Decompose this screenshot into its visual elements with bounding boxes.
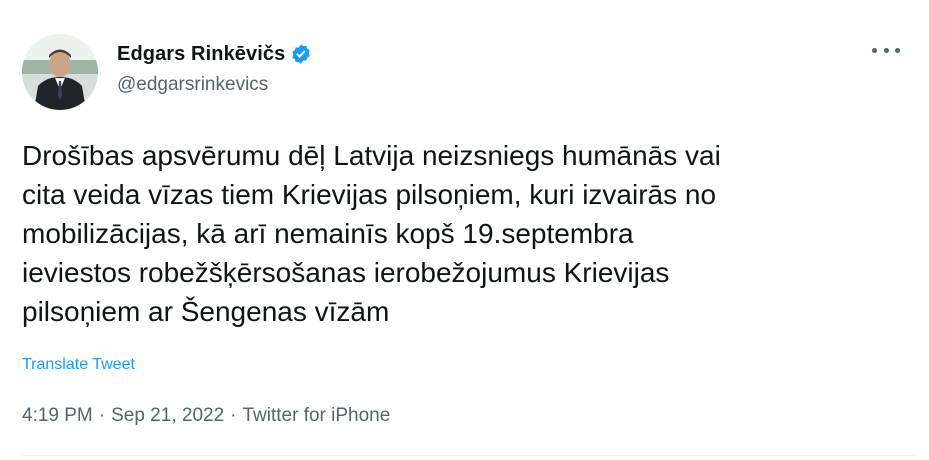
author-handle[interactable]: @edgarsrinkevics <box>117 74 268 96</box>
more-dot <box>872 47 877 53</box>
more-dot <box>883 47 889 53</box>
tweet-text-line: ieviestos robežšķērsošanas ierobežojumus… <box>22 257 670 288</box>
tweet-metadata: 4:19 PM · Sep 21, 2022 · Twitter for iPhone <box>22 405 390 427</box>
more-horizontal-icon[interactable] <box>872 40 900 60</box>
verified-badge-icon <box>290 43 312 65</box>
divider <box>22 455 917 456</box>
tweet-text: Drošības apsvērumu dēļ Latvija neizsnieg… <box>22 136 912 331</box>
separator: · <box>230 405 237 426</box>
tweet-text-line: mobilizācijas, kā arī nemainīs kopš 19.s… <box>22 218 634 249</box>
more-dot <box>895 47 900 53</box>
translate-tweet-link[interactable]: Translate Tweet <box>22 356 135 374</box>
tweet-text-line: pilsoņiem ar Šengenas vīzām <box>22 296 390 327</box>
avatar-image <box>22 34 98 110</box>
separator: · <box>98 405 106 426</box>
tweet-card: Edgars Rinkēvičs @edgarsrinkevics Drošīb… <box>0 0 929 460</box>
author-name-row[interactable]: Edgars Rinkēvičs <box>117 41 312 67</box>
tweet-source[interactable]: Twitter for iPhone <box>242 405 390 426</box>
display-name[interactable]: Edgars Rinkēvičs <box>117 43 285 66</box>
tweet-text-line: cita veida vīzas tiem Krievijas pilsoņie… <box>22 179 717 210</box>
tweet-text-line: Drošības apsvērumu dēļ Latvija neizsnieg… <box>22 140 721 171</box>
avatar[interactable] <box>22 34 98 110</box>
tweet-time[interactable]: 4:19 PM <box>22 405 93 426</box>
tweet-date[interactable]: Sep 21, 2022 <box>111 405 224 426</box>
